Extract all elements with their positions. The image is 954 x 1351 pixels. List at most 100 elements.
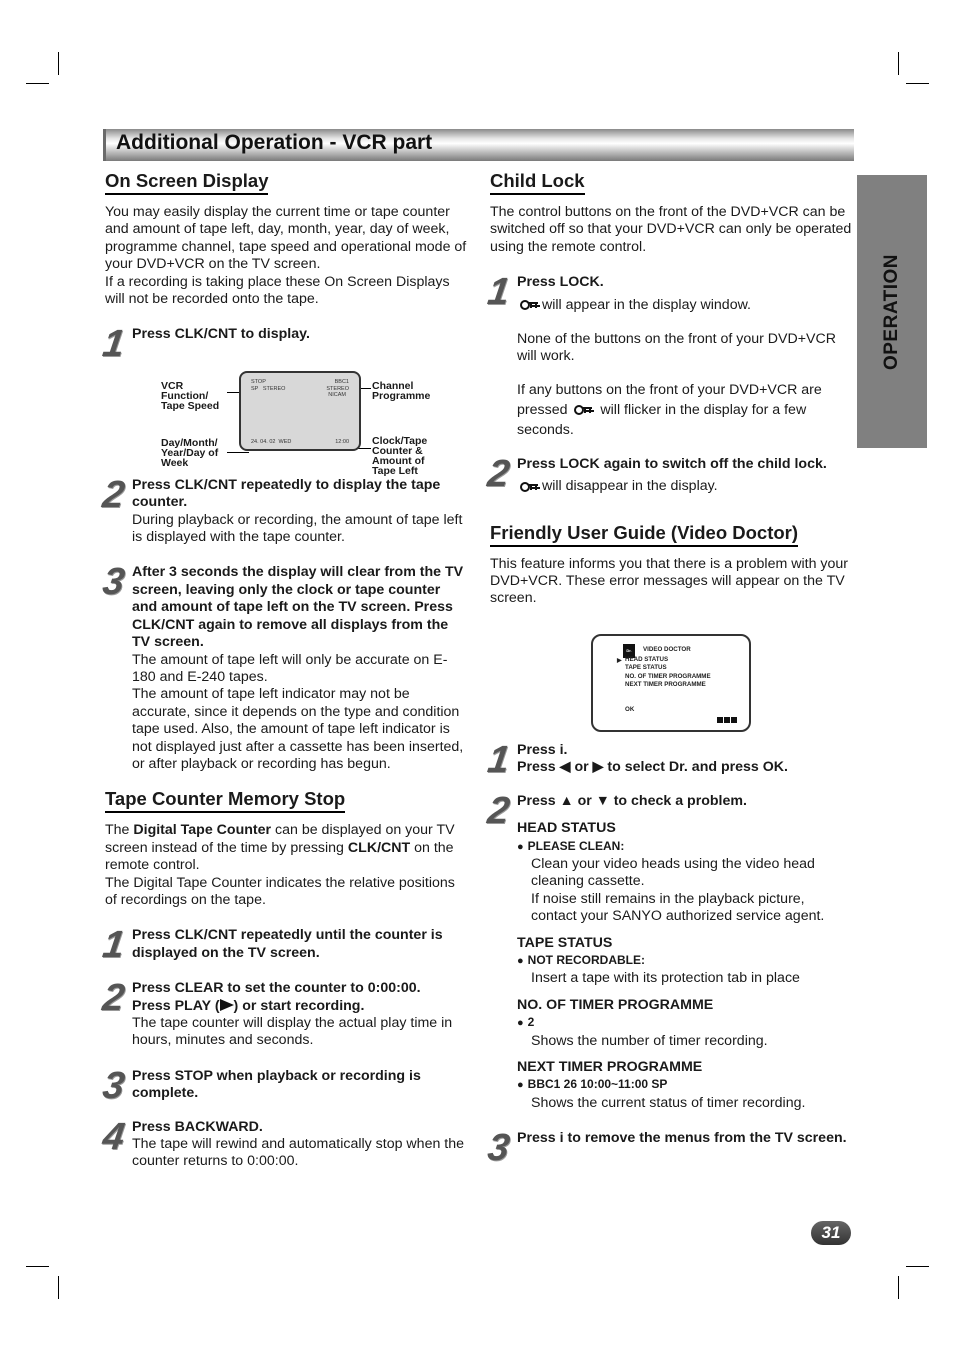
problem-code: NOT RECORDABLE: <box>517 952 852 970</box>
crop-mark <box>26 83 49 84</box>
problem-title: NO. OF TIMER PROGRAMME <box>517 996 714 1013</box>
step-number: 1 <box>100 924 128 967</box>
step: 4 Press BACKWARD. The tape will rewind a… <box>100 1116 467 1171</box>
step-number: 1 <box>485 738 513 781</box>
key-icon <box>520 299 538 310</box>
problem-text: If noise still remains in the playback p… <box>531 890 825 925</box>
step: 1 Press LOCK. will appear in the display… <box>485 271 852 440</box>
step-instruction: Press CLK/CNT repeatedly until the count… <box>132 927 443 961</box>
step-instruction: Press CLK/CNT repeatedly to display the … <box>132 476 441 511</box>
step: 2 Press LOCK again to switch off the chi… <box>485 453 852 496</box>
section-heading: Child Lock <box>490 170 585 195</box>
label-date: Day/Month/ Year/Day of Week <box>161 436 219 469</box>
step: 2 Press CLK/CNT repeatedly to display th… <box>100 474 467 547</box>
step-number: 4 <box>100 1115 128 1158</box>
step-text: The tape will rewind and automatically s… <box>132 1136 465 1170</box>
up-icon <box>717 716 723 723</box>
step: 2 Press CLEAR to set the counter to 0:00… <box>100 977 467 1050</box>
paragraph: The control buttons on the front of the … <box>490 204 852 255</box>
step: 2 Press ▲ or ▼ to check a problem. HEAD … <box>485 790 852 1113</box>
crop-mark <box>58 1276 59 1299</box>
step-number: 2 <box>485 789 513 832</box>
info-icon <box>731 716 737 723</box>
video-doctor-screen: Dr. VIDEO DOCTOR ▶ HEAD STATUS TAPE STAT… <box>591 633 751 732</box>
text: The <box>105 822 134 839</box>
step-instruction: Press i. <box>517 741 568 758</box>
section-heading: Friendly User Guide (Video Doctor) <box>490 522 799 547</box>
step-text: will appear in the display window. <box>517 297 852 314</box>
step-instruction: Press CLEAR to set the counter to 0:00:0… <box>132 980 421 997</box>
step-instruction: After 3 seconds the display will clear f… <box>132 564 464 651</box>
vd-ok: OK <box>625 705 635 713</box>
nav-buttons-icon <box>717 716 737 723</box>
play-icon <box>219 998 234 1011</box>
on-screen-display-section: On Screen Display You may easily display… <box>100 170 467 773</box>
step-instruction: Press PLAY ( ) or start recording. <box>132 998 467 1015</box>
section-heading: Tape Counter Memory Stop <box>105 788 346 814</box>
page-title-bar: Additional Operation - VCR part <box>103 129 854 161</box>
step-number: 3 <box>100 1064 128 1107</box>
step-text: will disappear in the display. <box>517 478 852 495</box>
crop-mark <box>898 52 899 75</box>
problem-item: NO. OF TIMER PROGRAMME 2 Shows the numbe… <box>517 997 852 1050</box>
vd-menu-item: HEAD STATUS <box>625 655 669 663</box>
leader-line <box>227 451 249 453</box>
paragraph: The Digital Tape Counter can be displaye… <box>105 822 467 874</box>
step-instruction: Press ▲ or ▼ to check a problem. <box>517 792 747 809</box>
section-tab-label: OPERATION <box>881 253 902 370</box>
problem-item: NEXT TIMER PROGRAMME BBC1 26 10:00~11:00… <box>517 1059 852 1112</box>
text: Press PLAY ( <box>132 997 220 1014</box>
crop-mark <box>26 1266 49 1267</box>
selection-arrow-icon: ▶ <box>617 657 622 664</box>
osd-nicam: NICAM <box>328 391 346 398</box>
page-title: Additional Operation - VCR part <box>116 131 433 154</box>
problem-text: Shows the current status of timer record… <box>531 1094 806 1111</box>
problem-code: PLEASE CLEAN: <box>517 838 852 856</box>
text: will disappear in the display. <box>542 478 718 495</box>
vd-title: VIDEO DOCTOR <box>643 645 691 653</box>
child-lock-section: Child Lock The control buttons on the fr… <box>485 170 852 496</box>
step-instruction: Press CLK/CNT to display. <box>132 326 310 343</box>
step: 3 Press STOP when playback or recording … <box>100 1065 467 1107</box>
problem-title: TAPE STATUS <box>517 934 613 951</box>
section-tab: OPERATION <box>857 175 927 448</box>
step-number: 2 <box>100 473 128 516</box>
osd-speed: SP STEREO <box>251 385 286 392</box>
label-channel: Channel Programme <box>372 379 431 402</box>
problem-code: 2 <box>517 1014 852 1032</box>
step-instruction: Press LOCK again to switch off the child… <box>517 455 827 472</box>
emphasis: CLK/CNT <box>347 839 411 856</box>
crop-mark <box>898 1276 899 1299</box>
problem-item: TAPE STATUS NOT RECORDABLE: Insert a tap… <box>517 935 852 988</box>
problem-code: BBC1 26 10:00~11:00 SP <box>517 1076 852 1094</box>
problem-title: HEAD STATUS <box>517 820 616 837</box>
problem-title: NEXT TIMER PROGRAMME <box>517 1058 703 1075</box>
paragraph: The Digital Tape Counter indicates the r… <box>105 874 455 908</box>
osd-diagram: VCR Function/ Tape Speed Channel Program… <box>105 362 467 477</box>
problem-text: Insert a tape with its protection tab in… <box>531 970 800 987</box>
osd-time: 12:00 <box>335 438 349 445</box>
step: 3 After 3 seconds the display will clear… <box>100 561 467 773</box>
step: 1 Press CLK/CNT repeatedly until the cou… <box>100 924 467 966</box>
step-number: 1 <box>485 271 513 314</box>
step-text: None of the buttons on the front of your… <box>517 331 837 365</box>
vd-menu-item: NEXT TIMER PROGRAMME <box>625 681 706 689</box>
vd-menu: HEAD STATUS TAPE STATUS NO. OF TIMER PRO… <box>625 656 711 690</box>
text: will appear in the display window. <box>542 296 751 313</box>
paragraph: You may easily display the current time … <box>105 204 467 273</box>
step: 3 Press i to remove the menus from the T… <box>485 1127 852 1169</box>
step-instruction: Press ◀ or ▶ to select Dr. and press OK. <box>517 759 788 776</box>
label-vcr-function: VCR Function/ Tape Speed <box>161 379 220 412</box>
text: ) or start recording. <box>233 997 365 1014</box>
page-number: 31 <box>811 1221 851 1245</box>
video-doctor-section: Friendly User Guide (Video Doctor) This … <box>485 522 852 1170</box>
step-instruction: Press i to remove the menus from the TV … <box>517 1130 847 1147</box>
step-text: During playback or recording, the amount… <box>132 511 463 546</box>
step-number: 2 <box>485 452 513 495</box>
step-instruction: Press LOCK. <box>517 274 604 291</box>
label-clock: Clock/Tape Counter & Amount of Tape Left <box>372 434 428 477</box>
crop-mark <box>906 83 929 84</box>
step-number: 3 <box>485 1127 513 1170</box>
step: 1 Press CLK/CNT to display. <box>100 323 467 365</box>
step-text: The amount of tape left indicator may no… <box>132 686 464 772</box>
